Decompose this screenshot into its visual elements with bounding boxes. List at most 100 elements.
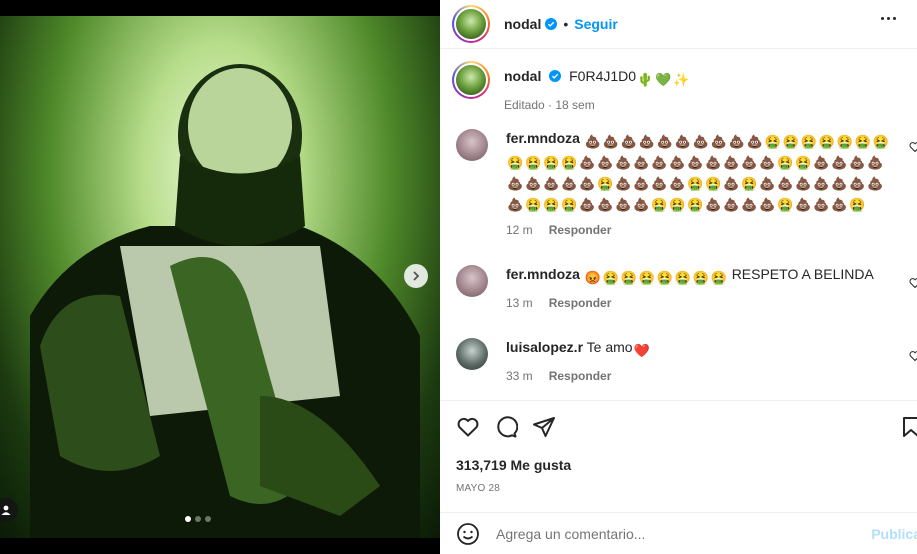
comment-username[interactable]: fer.mndoza [506,130,580,146]
poop-emoji: 💩 [746,134,763,149]
poop-emoji: 💩 [561,176,578,191]
follow-button[interactable]: Seguir [574,16,618,32]
green-heart-emoji: 💚 [655,72,672,87]
like-comment-heart-icon[interactable] [909,350,917,362]
like-count[interactable]: 313,719 Me gusta [456,457,571,473]
verified-badge-icon [545,18,558,30]
comment-username[interactable]: fer.mndoza [506,266,580,282]
caption-meta: Editado · 18 sem [504,98,595,112]
poop-emoji: 💩 [651,155,668,170]
poop-emoji: 💩 [579,155,596,170]
more-options-icon[interactable] [881,17,901,20]
poop-emoji: 💩 [602,134,619,149]
poop-emoji: 💩 [674,134,691,149]
vomit-emoji: 🤮 [651,197,668,212]
post-photo[interactable] [0,16,440,538]
vomit-emoji: 🤮 [687,176,704,191]
comment-text: RESPETO A BELINDA [731,266,874,282]
poop-emoji: 💩 [615,176,632,191]
vomit-emoji: 🤮 [849,197,866,212]
poop-emoji: 💩 [831,197,848,212]
post-date: MAYO 28 [456,483,501,494]
poop-emoji: 💩 [795,197,812,212]
next-photo-button[interactable] [404,264,428,288]
share-send-icon[interactable] [532,415,556,439]
save-bookmark-icon[interactable] [899,415,917,439]
poop-emoji: 💩 [692,134,709,149]
poop-emoji: 💩 [597,197,614,212]
vomit-emoji: 🤮 [836,134,853,149]
like-comment-heart-icon[interactable] [909,141,917,153]
comment-username[interactable]: luisalopez.r [506,339,583,355]
vomit-emoji: 🤮 [741,176,758,191]
poop-emoji: 💩 [579,197,596,212]
angry-emoji: 😡 [584,270,601,285]
poop-emoji: 💩 [759,197,776,212]
comment-time: 12 m [506,223,533,237]
vomit-emoji: 🤮 [705,176,722,191]
poop-emoji: 💩 [723,155,740,170]
vomit-emoji: 🤮 [597,176,614,191]
poop-emoji: 💩 [831,176,848,191]
vomit-emoji: 🤮 [543,197,560,212]
comment-item: luisalopez.r Te amo❤️ 33 m Responder [440,338,917,385]
caption-username[interactable]: nodal [504,68,541,84]
poop-emoji: 💩 [597,155,614,170]
vomit-emoji: 🤮 [669,197,686,212]
caption-text: F0R4J1D0 [569,68,637,84]
comments-list[interactable]: nodal F0R4J1D0🌵 💚 ✨ Editado · 18 sem fer.m… [440,49,917,400]
carousel-dot [195,516,201,522]
like-heart-icon[interactable] [456,415,480,439]
vomit-emoji: 🤮 [674,270,691,285]
vomit-emoji: 🤮 [525,155,542,170]
vomit-emoji: 🤮 [854,134,871,149]
commenter-avatar[interactable] [456,338,488,370]
vomit-emoji: 🤮 [620,270,637,285]
vomit-emoji: 🤮 [525,197,542,212]
vomit-emoji: 🤮 [800,134,817,149]
commenter-avatar[interactable] [456,129,488,161]
user-icon [1,505,11,515]
poop-emoji: 💩 [813,155,830,170]
reply-button[interactable]: Responder [549,369,612,383]
vomit-emoji: 🤮 [561,197,578,212]
emoji-picker-icon[interactable] [456,522,480,546]
commenter-avatar[interactable] [456,265,488,297]
poop-emoji: 💩 [669,155,686,170]
poop-emoji: 💩 [741,155,758,170]
like-comment-heart-icon[interactable] [909,277,917,289]
vomit-emoji: 🤮 [507,155,524,170]
carousel-dots [185,516,211,522]
poop-emoji: 💩 [507,176,524,191]
comment-input[interactable] [496,525,836,542]
carousel-dot [205,516,211,522]
post-comment-button[interactable]: Publica [871,526,917,542]
photo-subject-illustration [30,64,420,538]
poop-emoji: 💩 [584,134,601,149]
poop-emoji: 💩 [759,155,776,170]
comment-bubble-icon[interactable] [494,415,518,439]
vomit-emoji: 🤮 [818,134,835,149]
vomit-emoji: 🤮 [764,134,781,149]
comment-emoji-text: 😡 🤮 🤮 🤮 🤮 🤮 🤮 🤮 [584,266,728,285]
author-avatar[interactable] [452,5,490,43]
chevron-right-icon [413,271,420,281]
poop-emoji: 💩 [525,176,542,191]
poop-emoji: 💩 [705,197,722,212]
carousel-dot [185,516,191,522]
comment-text: Te amo [586,339,633,355]
caption-author-avatar[interactable] [452,61,490,99]
red-heart-emoji: ❤️ [633,343,650,358]
poop-emoji: 💩 [728,134,745,149]
poop-emoji: 💩 [615,197,632,212]
reply-button[interactable]: Responder [549,223,612,237]
poop-emoji: 💩 [723,176,740,191]
vomit-emoji: 🤮 [687,197,704,212]
poop-emoji: 💩 [687,155,704,170]
poop-emoji: 💩 [620,134,637,149]
poop-emoji: 💩 [633,155,650,170]
vomit-emoji: 🤮 [777,197,794,212]
poop-emoji: 💩 [849,155,866,170]
reply-button[interactable]: Responder [549,296,612,310]
author-username[interactable]: nodal [504,16,541,32]
